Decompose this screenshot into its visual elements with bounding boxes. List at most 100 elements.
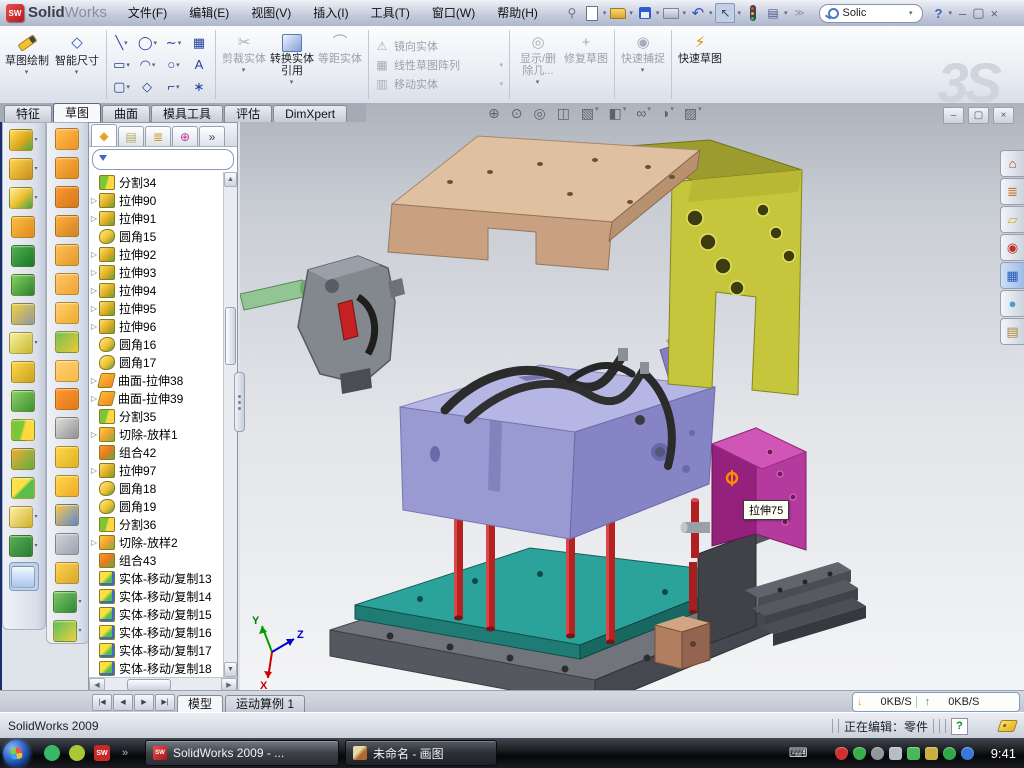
part-locating-block[interactable] bbox=[655, 616, 710, 669]
task-pane-tab[interactable]: ▱ bbox=[1000, 206, 1024, 233]
sketch-entity-button[interactable]: ○▾ bbox=[161, 54, 187, 76]
mirror-entities-button[interactable]: ⚠ 镜向实体 bbox=[375, 38, 503, 54]
3d-model-canvas[interactable]: Y Z X bbox=[240, 122, 1024, 690]
tree-item[interactable]: ▷ 拉伸93 bbox=[89, 263, 223, 281]
tab-nav-button[interactable]: |◀ bbox=[92, 694, 112, 711]
task-pane-tab[interactable]: ▤ bbox=[1000, 318, 1024, 345]
tree-item[interactable]: 圆角18 bbox=[89, 479, 223, 497]
tree-item[interactable]: ▷ 拉伸91 bbox=[89, 209, 223, 227]
save-dropdown-arrow[interactable]: ▾ bbox=[656, 9, 660, 17]
manager-tab[interactable]: » bbox=[199, 126, 225, 146]
security-lightning-tray-icon[interactable] bbox=[853, 747, 866, 760]
tree-item[interactable]: 实体-移动/复制15 bbox=[89, 605, 223, 623]
surface-tool-button[interactable] bbox=[55, 416, 81, 441]
tree-item[interactable]: 实体-移动/复制16 bbox=[89, 623, 223, 641]
surface-tool-button[interactable] bbox=[55, 503, 81, 528]
feature-tool-button[interactable] bbox=[11, 446, 37, 471]
feature-tool-button[interactable] bbox=[11, 475, 37, 500]
expand-arrow[interactable]: ▷ bbox=[89, 304, 99, 313]
tree-item[interactable]: 实体-移动/复制14 bbox=[89, 587, 223, 605]
expand-arrow[interactable]: ▷ bbox=[89, 430, 99, 439]
part-side-core-block[interactable] bbox=[712, 428, 806, 550]
feature-tool-button[interactable]: ▾ bbox=[9, 533, 38, 558]
commandmanager-tab[interactable]: 曲面 bbox=[102, 105, 150, 122]
tree-horizontal-scrollbar[interactable]: ◀ ▶ bbox=[89, 677, 237, 691]
menu-item[interactable]: 编辑(E) bbox=[178, 0, 240, 26]
expand-arrow[interactable]: ▷ bbox=[89, 538, 99, 547]
options-dropdown-arrow[interactable]: ▾ bbox=[784, 9, 788, 17]
surface-tool-button[interactable] bbox=[55, 271, 81, 296]
tree-item[interactable]: ▷ 切除-放样2 bbox=[89, 533, 223, 551]
new-document-button[interactable] bbox=[583, 4, 601, 22]
tree-item[interactable]: 圆角17 bbox=[89, 353, 223, 371]
tree-item[interactable]: 实体-移动/复制17 bbox=[89, 641, 223, 659]
document-tab[interactable]: 运动算例 1 bbox=[225, 695, 305, 713]
restore-app-button[interactable]: ▢ bbox=[972, 5, 984, 21]
options-button[interactable]: ▤ bbox=[764, 4, 782, 22]
manager-tab[interactable]: ≣ bbox=[145, 126, 171, 146]
sketch-entity-button[interactable]: ▭▾ bbox=[109, 54, 135, 76]
surface-tool-button[interactable] bbox=[55, 560, 81, 585]
tree-item[interactable]: 实体-移动/复制18 bbox=[89, 659, 223, 677]
tree-item[interactable]: 实体-移动/复制13 bbox=[89, 569, 223, 587]
tree-item[interactable]: ▷ 拉伸90 bbox=[89, 191, 223, 209]
view-tool-button[interactable]: ▧▾ bbox=[581, 105, 600, 122]
restore-document-button[interactable]: ▢ bbox=[968, 107, 989, 124]
tab-nav-button[interactable]: ▶| bbox=[155, 694, 175, 711]
commandmanager-tab[interactable]: 特征 bbox=[4, 105, 52, 122]
sketch-entity-button[interactable]: A bbox=[187, 54, 213, 76]
feature-tool-button[interactable] bbox=[11, 301, 37, 326]
task-pane-tab[interactable]: ≣ bbox=[1000, 178, 1024, 205]
antivirus-shield-tray-icon[interactable] bbox=[835, 747, 848, 760]
help-dropdown-arrow[interactable]: ▾ bbox=[948, 9, 952, 17]
surface-tool-button[interactable] bbox=[55, 300, 81, 325]
rebuild-traffic-light-button[interactable] bbox=[744, 4, 762, 22]
sketch-entity-button[interactable]: ▢▾ bbox=[109, 76, 135, 98]
tree-item[interactable]: ▷ 拉伸95 bbox=[89, 299, 223, 317]
menu-item[interactable]: 窗口(W) bbox=[421, 0, 486, 26]
view-tool-button[interactable]: ◎ bbox=[533, 105, 547, 122]
expand-arrow[interactable]: ▷ bbox=[89, 268, 99, 277]
document-tab[interactable]: 模型 bbox=[177, 695, 223, 713]
open-document-button[interactable] bbox=[609, 4, 627, 22]
convert-entities-button[interactable]: 转换实体引用▾ bbox=[269, 28, 315, 101]
pin-toolbar-icon[interactable]: ⚲ bbox=[563, 4, 581, 22]
surface-tool-button[interactable] bbox=[55, 243, 81, 268]
graphics-viewport[interactable]: ⊕ ⊙ ◎ ◫ ▧▾ ◧▾ bbox=[240, 103, 1024, 690]
print-button[interactable] bbox=[662, 4, 680, 22]
quick-snaps-button[interactable]: ◉ 快速捕捉▾ bbox=[620, 28, 666, 101]
usb-eject-tray-icon[interactable] bbox=[907, 747, 920, 760]
part-slide-insert[interactable] bbox=[298, 256, 405, 394]
close-app-button[interactable]: × bbox=[991, 6, 999, 21]
undo-button[interactable]: ↶ bbox=[689, 4, 707, 22]
quick-launch-icon[interactable] bbox=[44, 745, 60, 761]
tree-item[interactable]: ▷ 曲面-拉伸39 bbox=[89, 389, 223, 407]
minimize-app-button[interactable]: – bbox=[959, 6, 966, 21]
manager-tab[interactable]: ◆ bbox=[91, 124, 117, 146]
security-plus-tray-icon[interactable] bbox=[943, 747, 956, 760]
commandmanager-tab[interactable]: 草图 bbox=[53, 103, 101, 122]
sketch-button[interactable]: 草图绘制▾ bbox=[3, 29, 51, 101]
minimize-document-button[interactable]: – bbox=[943, 107, 964, 124]
surface-tool-button[interactable] bbox=[55, 387, 81, 412]
view-tool-button[interactable]: ▨▾ bbox=[684, 105, 703, 122]
menu-item[interactable]: 插入(I) bbox=[302, 0, 359, 26]
tree-item[interactable]: ▷ 拉伸92 bbox=[89, 245, 223, 263]
sketch-entity-button[interactable]: ⌐▾ bbox=[161, 76, 187, 98]
feature-tool-button[interactable] bbox=[11, 359, 37, 384]
smart-dimension-button[interactable]: ◇ 智能尺寸▾ bbox=[53, 29, 101, 101]
sketch-entity-button[interactable]: ∼▾ bbox=[161, 32, 187, 54]
taskbar-clock[interactable]: 9:41 bbox=[991, 746, 1016, 761]
undo-dropdown-arrow[interactable]: ▾ bbox=[709, 9, 713, 17]
commandmanager-tab[interactable]: 模具工具 bbox=[151, 105, 223, 122]
expand-arrow[interactable]: ▷ bbox=[89, 214, 99, 223]
expand-arrow[interactable]: ▷ bbox=[89, 466, 99, 475]
surface-tool-button[interactable]: ▾ bbox=[53, 589, 82, 614]
expand-arrow[interactable]: ▷ bbox=[89, 286, 99, 295]
tree-item[interactable]: 分割34 bbox=[89, 173, 223, 191]
quick-launch-icon[interactable] bbox=[69, 745, 85, 761]
view-tool-button[interactable]: ◧▾ bbox=[609, 105, 628, 122]
feature-tool-button[interactable]: ▾ bbox=[9, 504, 38, 529]
status-help-icon[interactable]: ? bbox=[951, 718, 968, 735]
expand-arrow[interactable]: ▷ bbox=[89, 196, 99, 205]
